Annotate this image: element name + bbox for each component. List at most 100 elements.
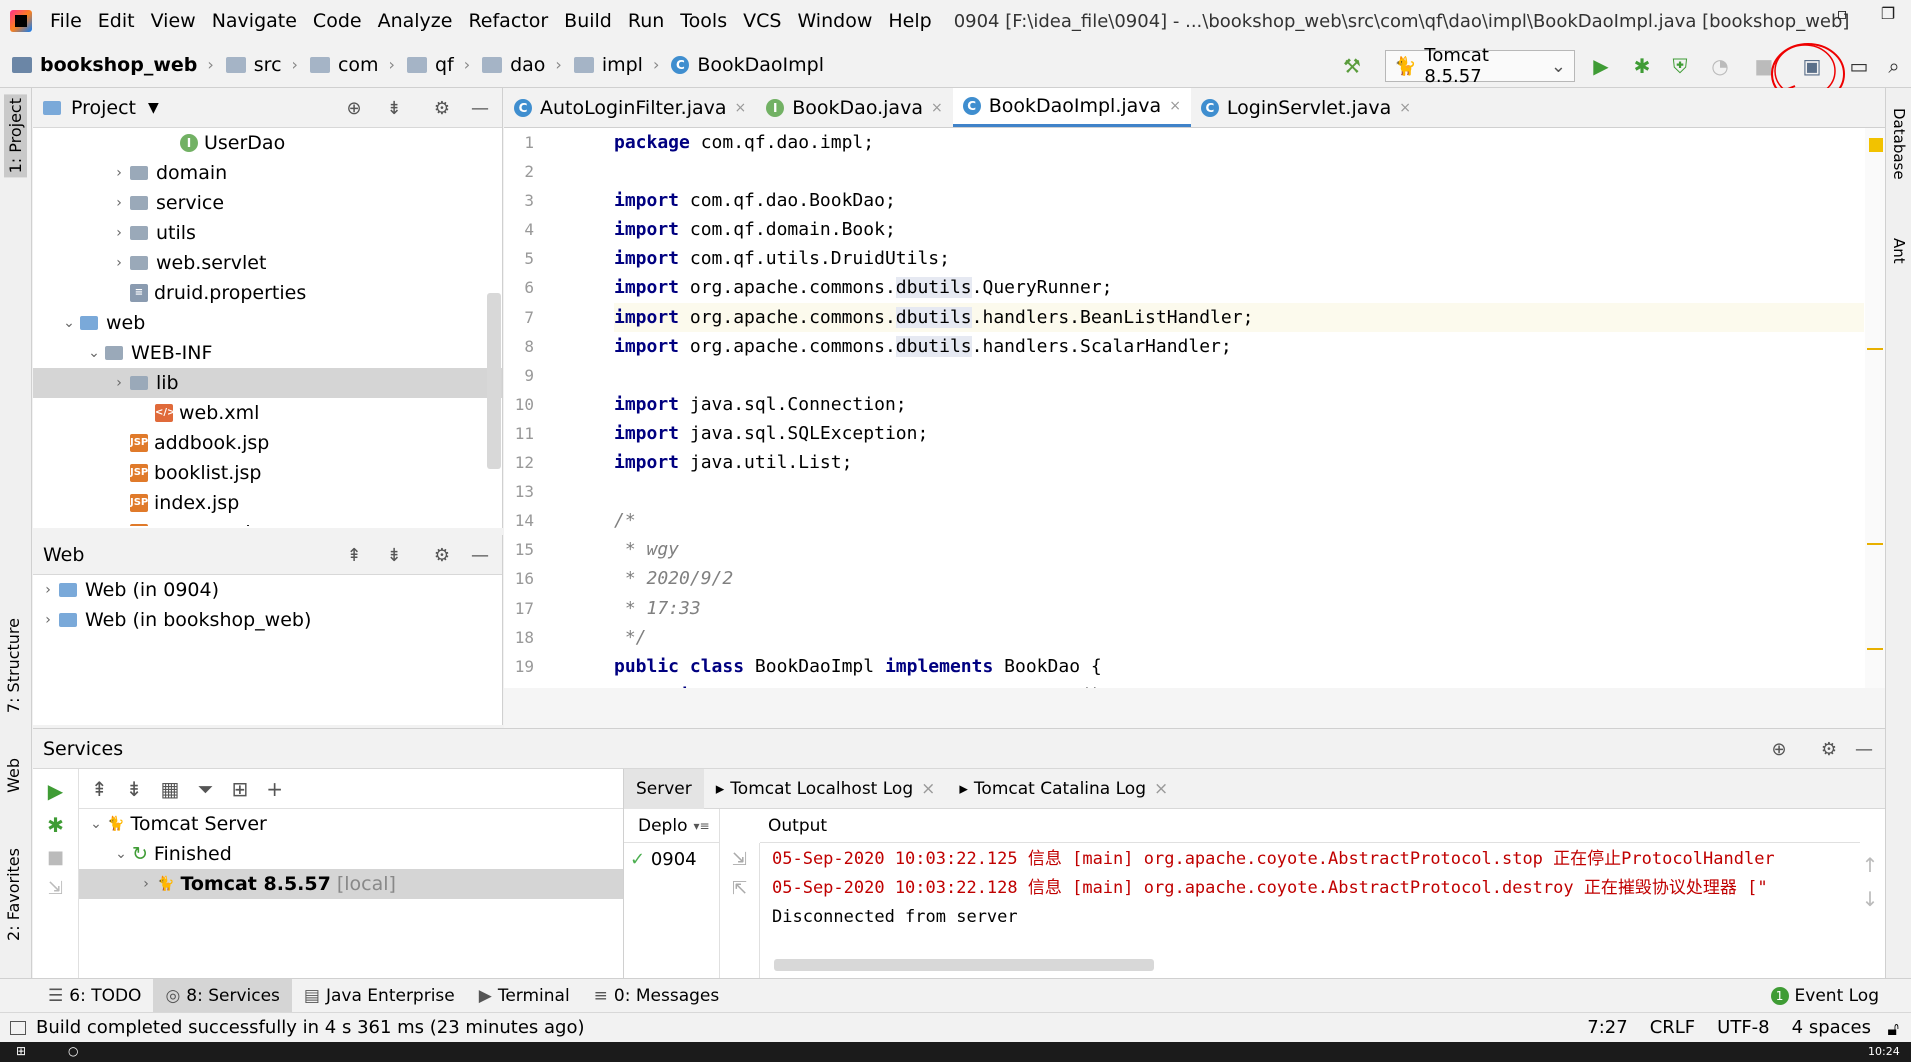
group-icon[interactable]: ▦ bbox=[161, 777, 180, 801]
breadcrumb-item[interactable]: qf › bbox=[406, 54, 470, 76]
code-line[interactable]: import org.apache.commons.dbutils.handle… bbox=[614, 332, 1864, 361]
file-encoding[interactable]: UTF-8 bbox=[1717, 1017, 1769, 1038]
chevron-icon[interactable]: › bbox=[108, 225, 130, 241]
chevron-down-icon[interactable]: ▼ bbox=[148, 100, 159, 116]
arrow-up-icon[interactable]: ↑ bbox=[1855, 853, 1885, 877]
bottom-tool-tab[interactable]: ▶ Terminal bbox=[467, 979, 582, 1013]
chevron-icon[interactable]: › bbox=[108, 165, 130, 181]
chevron-icon[interactable]: › bbox=[108, 375, 130, 391]
filter-icon[interactable]: ⏷ bbox=[197, 777, 213, 801]
collapse-all-icon[interactable]: ⇟ bbox=[383, 98, 405, 120]
chevron-icon[interactable]: ⌄ bbox=[85, 816, 107, 832]
search-icon[interactable]: ⌕ bbox=[1882, 54, 1906, 78]
tree-item[interactable]: › lib bbox=[33, 368, 502, 398]
breadcrumb-item[interactable]: impl › bbox=[573, 54, 659, 76]
tool-tab-favorites[interactable]: 2: Favorites bbox=[4, 848, 23, 941]
tree-item[interactable]: ≡ druid.properties bbox=[33, 278, 502, 308]
stop-icon[interactable]: ■ bbox=[33, 847, 78, 868]
web-facet-item[interactable]: › Web (in 0904) bbox=[33, 575, 502, 605]
horizontal-scrollbar[interactable] bbox=[774, 959, 1154, 971]
tool-tab-web[interactable]: Web bbox=[4, 758, 23, 793]
chevron-icon[interactable]: ⌄ bbox=[110, 846, 132, 862]
bottom-tool-tab[interactable]: ☰ 6: TODO bbox=[36, 979, 153, 1013]
locate-icon[interactable]: ⊕ bbox=[343, 98, 365, 120]
collapse-all-icon[interactable]: ⇟ bbox=[383, 545, 405, 567]
tree-item[interactable]: ⌄ WEB-INF bbox=[33, 338, 502, 368]
code-line[interactable]: * wgy bbox=[614, 535, 1864, 564]
menu-analyze[interactable]: Analyze bbox=[370, 0, 461, 42]
run-icon[interactable]: ▶ bbox=[1589, 54, 1613, 78]
add-icon[interactable]: + bbox=[266, 777, 283, 801]
tool-window-toggle-icon[interactable] bbox=[10, 1020, 26, 1035]
tree-item[interactable]: › web.servlet bbox=[33, 248, 502, 278]
menu-navigate[interactable]: Navigate bbox=[204, 0, 305, 42]
menu-window[interactable]: Window bbox=[789, 0, 880, 42]
chevron-icon[interactable]: ⌄ bbox=[83, 345, 105, 361]
code-line[interactable]: public class BookDaoImpl implements Book… bbox=[614, 652, 1864, 681]
output-tab[interactable]: ▸ Tomcat Localhost Log × bbox=[704, 769, 948, 809]
code-line[interactable]: import java.util.List; bbox=[614, 448, 1864, 477]
breadcrumb-item[interactable]: dao › bbox=[482, 54, 562, 76]
code-line[interactable]: import org.apache.commons.dbutils.handle… bbox=[614, 302, 1864, 332]
run-config-select[interactable]: 🐈 Tomcat 8.5.57 ⌄ bbox=[1385, 45, 1575, 87]
menu-help[interactable]: Help bbox=[880, 0, 939, 42]
chevron-icon[interactable]: › bbox=[135, 876, 157, 892]
tree-item[interactable]: › utils bbox=[33, 218, 502, 248]
run-icon[interactable]: ▶ bbox=[33, 779, 78, 803]
output-tab[interactable]: Server bbox=[624, 768, 704, 809]
tree-item[interactable]: JSP booklist.jsp bbox=[33, 458, 502, 488]
gear-icon[interactable]: ⚙ bbox=[431, 98, 453, 120]
tree-item[interactable]: › service bbox=[33, 188, 502, 218]
menu-file[interactable]: File bbox=[42, 0, 90, 42]
gear-icon[interactable]: ⚙ bbox=[431, 545, 453, 567]
tool-tab-ant[interactable]: Ant bbox=[1890, 238, 1908, 264]
menu-view[interactable]: View bbox=[143, 0, 204, 42]
bottom-tool-tab[interactable]: ≡ 0: Messages bbox=[582, 979, 732, 1013]
close-icon[interactable]: × bbox=[921, 779, 935, 799]
hide-icon[interactable]: — bbox=[469, 545, 491, 567]
code-line[interactable]: import org.apache.commons.dbutils.QueryR… bbox=[614, 273, 1864, 302]
chevron-icon[interactable]: › bbox=[108, 195, 130, 211]
editor-tab[interactable]: C AutoLoginFilter.java × bbox=[504, 88, 756, 127]
tree-item[interactable]: JSP message.jsp bbox=[33, 518, 502, 526]
code-line[interactable] bbox=[614, 361, 1864, 390]
debug-icon[interactable]: ✱ bbox=[33, 813, 78, 837]
code-line[interactable]: /* bbox=[614, 506, 1864, 535]
chevron-right-icon[interactable]: › bbox=[37, 582, 59, 598]
deploy-icon[interactable]: ⇲ bbox=[33, 878, 78, 899]
hide-icon[interactable]: — bbox=[469, 98, 491, 120]
console-output[interactable]: 05-Sep-2020 10:03:22.125 信息 [main] org.a… bbox=[772, 845, 1862, 945]
chevron-down-icon[interactable]: ▾≡ bbox=[693, 819, 709, 833]
editor-tab[interactable]: I BookDao.java × bbox=[756, 88, 952, 127]
service-tree-item[interactable]: ⌄ 🐈 Tomcat Server bbox=[79, 809, 624, 839]
close-icon[interactable]: × bbox=[1169, 98, 1181, 114]
bottom-tool-tab[interactable]: ◎ 8: Services bbox=[153, 978, 292, 1013]
editor-tab[interactable]: C LoginServlet.java × bbox=[1191, 88, 1421, 127]
restore-icon[interactable]: ❐ bbox=[1865, 0, 1911, 42]
close-icon[interactable]: × bbox=[1154, 779, 1168, 799]
menu-tools[interactable]: Tools bbox=[672, 0, 735, 42]
status-message[interactable]: Build completed successfully in 4 s 361 … bbox=[36, 1017, 585, 1038]
deploy-icon[interactable]: ⇲ bbox=[720, 849, 759, 870]
code-line[interactable]: * 2020/9/2 bbox=[614, 564, 1864, 593]
arrow-down-icon[interactable]: ↓ bbox=[1855, 887, 1885, 911]
gear-icon[interactable]: ⚙ bbox=[1818, 739, 1840, 761]
tree-item[interactable]: ⌄ web bbox=[33, 308, 502, 338]
tool-tab-structure[interactable]: 7: Structure bbox=[4, 618, 23, 713]
warning-indicator-icon[interactable] bbox=[1869, 138, 1883, 152]
code-line[interactable]: * 17:33 bbox=[614, 594, 1864, 623]
deployment-item[interactable]: 0904 bbox=[651, 849, 697, 870]
tree-item[interactable]: I UserDao bbox=[33, 128, 502, 158]
expand-all-icon[interactable]: ⇞ bbox=[91, 777, 108, 801]
close-icon[interactable]: × bbox=[931, 100, 943, 116]
breadcrumb-item[interactable]: bookshop_web › bbox=[12, 54, 214, 76]
code-line[interactable]: import java.sql.SQLException; bbox=[614, 419, 1864, 448]
tree-item[interactable]: JSP addbook.jsp bbox=[33, 428, 502, 458]
hide-icon[interactable]: — bbox=[1853, 739, 1875, 761]
code-line[interactable] bbox=[614, 477, 1864, 506]
breadcrumb-item[interactable]: src › bbox=[225, 54, 298, 76]
editor-tab[interactable]: C BookDaoImpl.java × bbox=[952, 88, 1191, 127]
menu-edit[interactable]: Edit bbox=[90, 0, 143, 42]
collapse-all-icon[interactable]: ⇟ bbox=[126, 777, 143, 801]
tree-item[interactable]: </> web.xml bbox=[33, 398, 502, 428]
